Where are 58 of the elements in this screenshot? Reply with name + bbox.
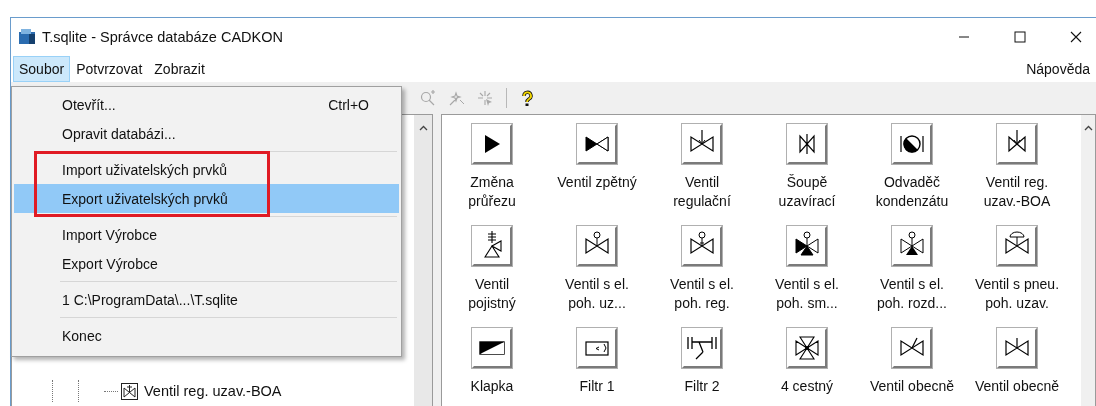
element-label: Odvaděč kondenzátu — [875, 173, 949, 211]
element-button[interactable] — [997, 328, 1037, 368]
element-button[interactable] — [787, 226, 827, 266]
menu-item[interactable]: Export uživatelských prvků — [14, 184, 399, 213]
element-label: Změna průřezu — [468, 173, 516, 211]
element-button[interactable] — [997, 226, 1037, 266]
element-label: Ventil obecně — [869, 377, 955, 396]
element-button[interactable] — [682, 124, 722, 164]
app-icon — [18, 27, 36, 46]
element-button[interactable] — [472, 124, 512, 164]
menu-item[interactable]: Zobrazit — [148, 55, 211, 82]
help-icon[interactable] — [519, 89, 536, 107]
element-label: Filtr 1 — [579, 377, 615, 396]
element-button[interactable] — [682, 328, 722, 368]
element-button[interactable] — [997, 124, 1037, 164]
element-label: Ventil zpětný — [557, 173, 637, 192]
element-label: Ventil regulační — [673, 173, 731, 211]
element-button[interactable] — [892, 124, 932, 164]
menu-item[interactable]: Import Výrobce — [14, 220, 399, 249]
element-label: Ventil obecně — [974, 377, 1060, 396]
menu-item[interactable]: Konec — [14, 321, 399, 350]
tree-item[interactable]: Ventil reg. uzav.-BOA — [144, 383, 282, 399]
element-button[interactable] — [682, 226, 722, 266]
element-label: Ventil reg. uzav.-BOA — [983, 173, 1051, 211]
element-button[interactable] — [472, 226, 512, 266]
element-label: 4 cestný — [780, 377, 834, 396]
scroll-up-icon[interactable] — [1083, 125, 1093, 131]
element-label: Filtr 2 — [684, 377, 720, 396]
element-button[interactable] — [577, 226, 617, 266]
element-label: Klapka — [470, 377, 514, 396]
element-label: Ventil s el. poh. uz... — [565, 275, 629, 313]
scroll-up-icon[interactable] — [418, 125, 428, 131]
valve-icon — [121, 382, 138, 400]
element-button[interactable] — [892, 328, 932, 368]
maximize-icon[interactable] — [1014, 30, 1026, 43]
element-button[interactable] — [787, 328, 827, 368]
menu-item[interactable]: Opravit databázi... — [14, 119, 399, 148]
close-icon[interactable] — [1070, 30, 1082, 43]
element-label: Ventil s el. poh. rozd... — [876, 275, 947, 313]
menu-item[interactable]: Potvrzovat — [70, 55, 149, 82]
element-label: Ventil s el. poh. reg. — [670, 275, 734, 313]
menu-item[interactable]: Soubor — [13, 55, 71, 82]
element-button[interactable] — [577, 124, 617, 164]
element-label: Ventil pojistný — [468, 275, 516, 313]
element-button[interactable] — [472, 328, 512, 368]
menu-item[interactable]: Export Výrobce — [14, 249, 399, 278]
menu-item[interactable]: Nápověda — [1020, 55, 1096, 82]
menu-item[interactable]: Otevřít... Ctrl+O — [14, 90, 399, 119]
element-button[interactable] — [787, 124, 827, 164]
window-title: T.sqlite - Správce databáze CADKON — [42, 28, 283, 45]
menu-item[interactable]: Import uživatelských prvků — [14, 155, 399, 184]
menu-item[interactable]: 1 C:\ProgramData\...\T.sqlite — [14, 285, 399, 314]
element-button[interactable] — [892, 226, 932, 266]
element-label: Ventil s el. poh. sm... — [775, 275, 839, 313]
scrollbar[interactable] — [1081, 115, 1095, 406]
scrollbar[interactable] — [414, 115, 432, 406]
element-label: Šoupě uzavírací — [778, 173, 836, 211]
element-label: Ventil s pneu. poh. uzav. — [974, 275, 1060, 313]
